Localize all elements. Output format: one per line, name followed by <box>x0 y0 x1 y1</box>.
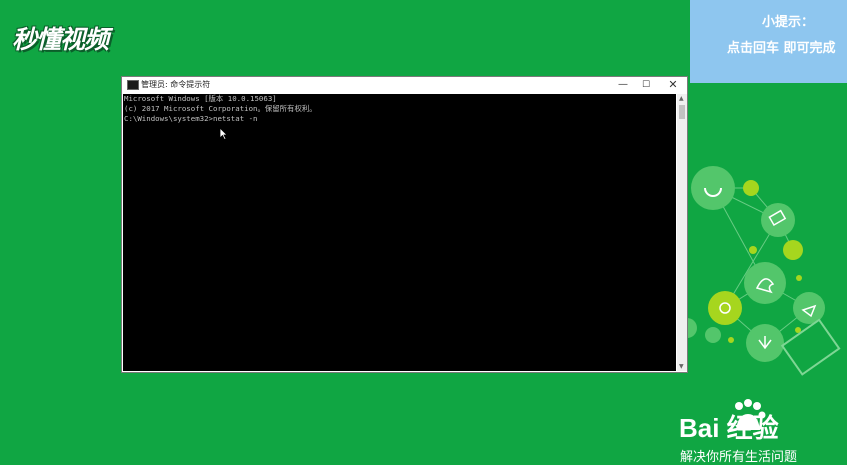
console-line: Microsoft Windows [版本 10.0.15063] <box>124 94 277 103</box>
mouse-cursor-icon <box>220 128 228 140</box>
baidu-brand-text: Bai 经验 <box>679 413 779 443</box>
baidu-jingyan-logo: Bai 经验 解决你所有生活问题 <box>679 398 847 465</box>
scrollbar[interactable]: ▲ ▼ <box>677 94 687 371</box>
tip-panel: 小提示： 点击回车 即可完成 <box>690 0 847 83</box>
scrollbar-thumb[interactable] <box>679 105 685 119</box>
bubble-icon <box>744 262 786 304</box>
tip-title: 小提示： <box>762 15 815 30</box>
console-output[interactable]: Microsoft Windows [版本 10.0.15063] (c) 20… <box>123 94 676 371</box>
cmd-window[interactable]: 管理员: 命令提示符 — ☐ ✕ Microsoft Windows [版本 1… <box>122 77 687 372</box>
bubble-icon <box>708 291 742 325</box>
brand-logo: 秒懂视频 <box>12 25 109 54</box>
window-titlebar[interactable]: 管理员: 命令提示符 — ☐ ✕ <box>122 77 687 93</box>
console-prompt[interactable]: C:\Windows\system32>netstat -n <box>123 114 676 124</box>
cmd-window-icon <box>127 80 139 90</box>
scroll-down-icon[interactable]: ▼ <box>679 363 684 370</box>
close-button[interactable]: ✕ <box>662 77 684 93</box>
console-line: (c) 2017 Microsoft Corporation。保留所有权利。 <box>124 104 317 113</box>
minimize-button[interactable]: — <box>612 77 634 93</box>
bubble-icon <box>691 166 735 210</box>
tip-body: 点击回车 即可完成 <box>727 41 836 56</box>
scroll-up-icon[interactable]: ▲ <box>679 95 684 102</box>
window-title: 管理员: 命令提示符 <box>141 80 211 89</box>
bubble-icon <box>761 203 795 237</box>
decorative-bubble-cluster <box>683 166 841 376</box>
maximize-button[interactable]: ☐ <box>635 77 657 93</box>
